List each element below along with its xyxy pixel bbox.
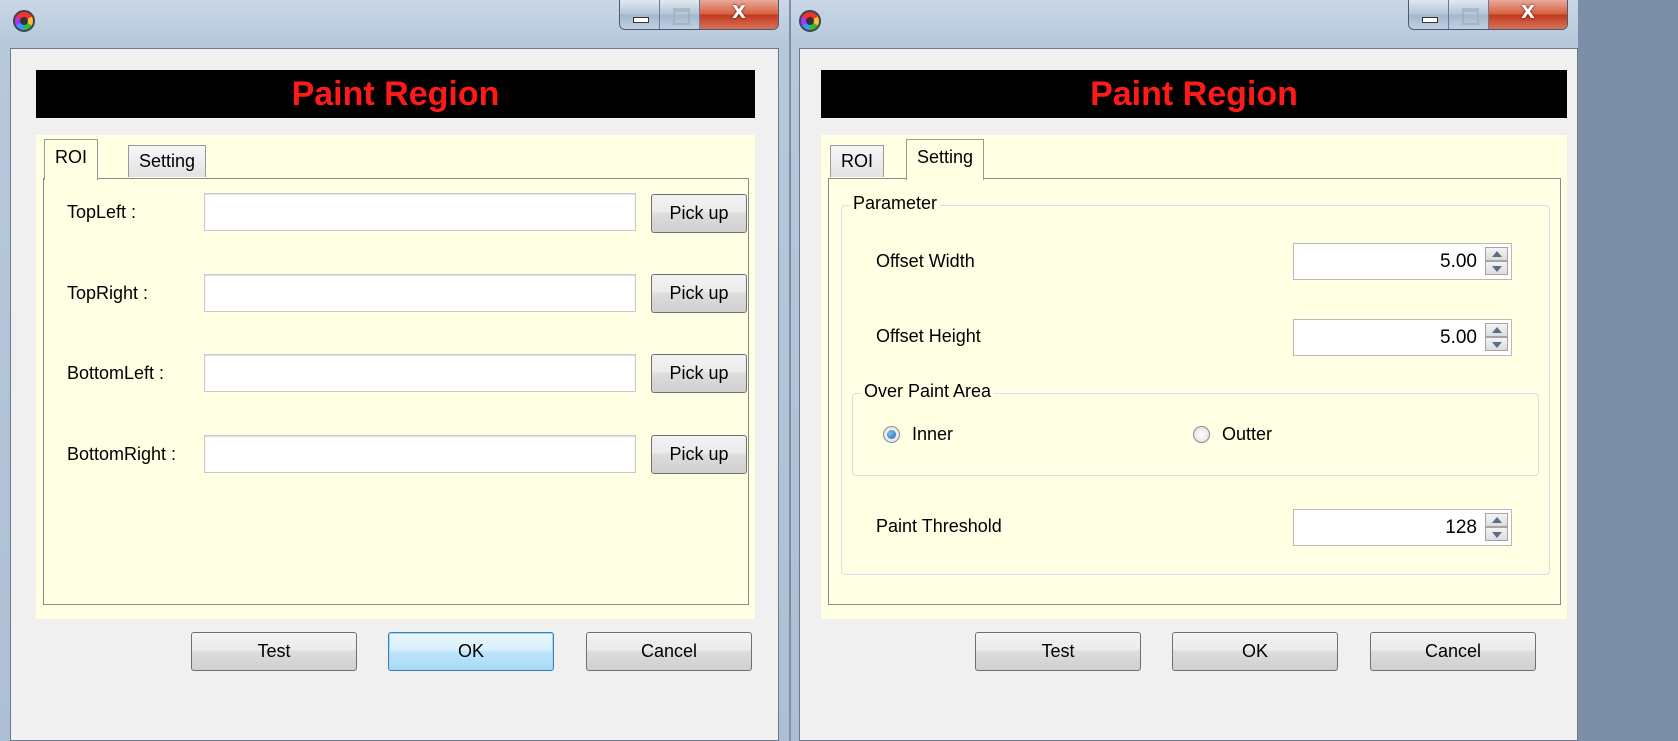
topleft-label: TopLeft : xyxy=(67,202,137,222)
setting-tab-panel: Parameter Offset Width 5.00 Offset Heigh… xyxy=(828,178,1561,605)
tab-roi[interactable]: ROI xyxy=(44,139,99,180)
tab-setting[interactable]: Setting xyxy=(906,139,985,180)
paint-threshold-label: Paint Threshold xyxy=(876,516,1002,536)
offset-width-spinner[interactable]: 5.00 xyxy=(1293,243,1512,280)
dialog-banner: Paint Region xyxy=(36,70,755,118)
minimize-icon[interactable] xyxy=(620,0,660,29)
window-controls: X xyxy=(619,0,779,30)
inner-radio-label: Inner xyxy=(912,424,954,444)
offset-height-value[interactable]: 5.00 xyxy=(1440,327,1477,348)
spin-up-icon[interactable] xyxy=(1485,513,1508,527)
spin-up-icon[interactable] xyxy=(1485,247,1508,261)
title-bar[interactable]: X xyxy=(791,0,1578,48)
outter-radio[interactable]: Outter xyxy=(1193,424,1272,445)
title-bar[interactable]: X xyxy=(0,0,789,48)
paint-region-window-setting: X Paint Region ROI Setting Parameter Off… xyxy=(791,0,1578,741)
offset-height-label: Offset Height xyxy=(876,326,981,346)
maximize-icon xyxy=(660,0,700,29)
dialog-banner: Paint Region xyxy=(821,70,1567,118)
bottomleft-label: BottomLeft : xyxy=(67,363,165,383)
offset-height-spinner[interactable]: 5.00 xyxy=(1293,319,1512,356)
offset-width-label: Offset Width xyxy=(876,251,975,271)
paint-threshold-value[interactable]: 128 xyxy=(1445,517,1477,538)
tab-roi[interactable]: ROI xyxy=(830,145,885,177)
bottomleft-pickup-button[interactable]: Pick up xyxy=(651,354,747,393)
inner-radio[interactable]: Inner xyxy=(883,424,953,445)
parameter-group-title: Parameter xyxy=(850,193,941,214)
cancel-button[interactable]: Cancel xyxy=(586,632,752,671)
app-icon[interactable] xyxy=(13,10,35,32)
maximize-icon xyxy=(1449,0,1489,29)
tab-setting[interactable]: Setting xyxy=(128,145,207,177)
app-icon[interactable] xyxy=(799,10,821,32)
paint-threshold-spinner[interactable]: 128 xyxy=(1293,509,1512,546)
over-paint-area-title: Over Paint Area xyxy=(861,381,995,402)
radio-selected-icon[interactable] xyxy=(883,426,900,443)
topleft-input[interactable] xyxy=(204,193,636,231)
bottomright-label: BottomRight : xyxy=(67,444,177,464)
test-button[interactable]: Test xyxy=(191,632,357,671)
bottomright-input[interactable] xyxy=(204,435,636,473)
roi-tab-panel: TopLeft : Pick up TopRight : Pick up Bot… xyxy=(43,178,749,605)
offset-width-value[interactable]: 5.00 xyxy=(1440,251,1477,272)
spin-down-icon[interactable] xyxy=(1485,337,1508,351)
radio-unselected-icon[interactable] xyxy=(1193,426,1210,443)
test-button[interactable]: Test xyxy=(975,632,1141,671)
dialog-client: Paint Region ROI Setting TopLeft : Pick … xyxy=(10,48,779,741)
ok-button[interactable]: OK xyxy=(388,632,554,671)
cancel-button[interactable]: Cancel xyxy=(1370,632,1536,671)
spin-down-icon[interactable] xyxy=(1485,261,1508,275)
ok-button[interactable]: OK xyxy=(1172,632,1338,671)
topright-input[interactable] xyxy=(204,274,636,312)
bottomleft-input[interactable] xyxy=(204,354,636,392)
dialog-client: Paint Region ROI Setting Parameter Offse… xyxy=(799,48,1578,741)
spin-down-icon[interactable] xyxy=(1485,527,1508,541)
close-icon[interactable]: X xyxy=(1489,0,1567,29)
topright-pickup-button[interactable]: Pick up xyxy=(651,274,747,313)
topright-label: TopRight : xyxy=(67,283,149,303)
bottomright-pickup-button[interactable]: Pick up xyxy=(651,435,747,474)
over-paint-area-groupbox: Over Paint Area Inner Outter xyxy=(852,381,1539,476)
tab-control: ROI Setting TopLeft : Pick up TopRight :… xyxy=(36,135,755,619)
outter-radio-label: Outter xyxy=(1222,424,1273,444)
close-icon[interactable]: X xyxy=(700,0,778,29)
minimize-icon[interactable] xyxy=(1409,0,1449,29)
spin-up-icon[interactable] xyxy=(1485,323,1508,337)
paint-region-window-roi: X Paint Region ROI Setting TopLeft : Pic… xyxy=(0,0,789,741)
parameter-groupbox: Parameter Offset Width 5.00 Offset Heigh… xyxy=(841,193,1550,575)
tab-control: ROI Setting Parameter Offset Width 5.00 … xyxy=(821,135,1567,619)
window-controls: X xyxy=(1408,0,1568,30)
topleft-pickup-button[interactable]: Pick up xyxy=(651,194,747,233)
